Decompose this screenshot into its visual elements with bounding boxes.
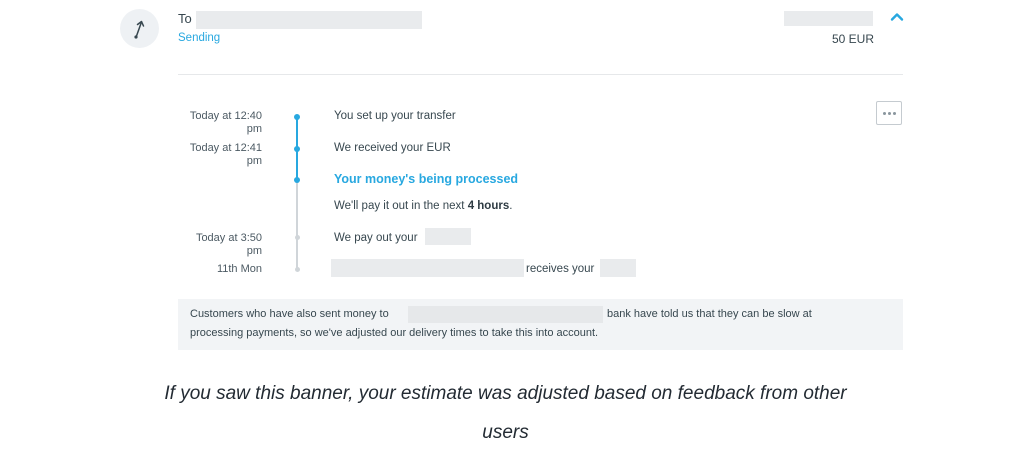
banner-line: Customers who have also sent money to (190, 308, 389, 320)
step-label-current: Your money's being processed (334, 172, 519, 186)
step-time-line: Today at 12:41 (189, 142, 262, 154)
step-label: receives your (526, 263, 595, 275)
step-time-line: Today at 3:50 (195, 232, 262, 244)
step-detail-duration: 4 hours (467, 200, 510, 212)
delivery-estimate-banner: Customers who have also sent money to ba… (178, 299, 903, 350)
arrow-up-right-icon (134, 20, 145, 39)
timeline-dot (294, 267, 300, 272)
step-detail-punct: . (509, 200, 513, 212)
step-time-line: pm (246, 123, 262, 135)
chevron-up-icon (890, 13, 904, 21)
recipient-name-redacted (196, 11, 422, 29)
currency-redacted (600, 259, 636, 277)
transfer-amount: 50 EUR (832, 32, 875, 46)
step-time-line: pm (246, 245, 262, 257)
banner-line: processing payments, so we've adjusted o… (190, 327, 599, 339)
step-label: We received your EUR (334, 142, 451, 154)
collapse-button[interactable] (890, 10, 904, 29)
step-time-line: pm (246, 155, 262, 167)
more-dots-icon (883, 112, 886, 115)
banner-text: bank have told us that they can be slow … (607, 308, 812, 320)
step-time: Today at 12:41 pm (152, 142, 262, 168)
figure-caption-line: If you saw this banner, your estimate wa… (164, 383, 847, 404)
timeline-dot (294, 146, 300, 152)
transfer-status: Sending (178, 32, 221, 44)
header-divider (178, 74, 903, 75)
banner-text: Customers who have also sent money to (190, 308, 389, 320)
timeline-dot-current (294, 177, 300, 183)
step-label: We pay out your (334, 232, 418, 244)
step-detail-text: We'll pay it out in the next (334, 200, 465, 212)
recipient-name-redacted (331, 259, 524, 277)
timeline-dot (294, 114, 300, 120)
figure-caption-line: users (482, 422, 529, 443)
step-time: Today at 3:50 pm (152, 232, 262, 258)
step-label: You set up your transfer (334, 110, 456, 122)
more-options-button[interactable] (876, 101, 902, 125)
step-time: 11th Mon (152, 263, 262, 276)
amount-redacted (784, 11, 873, 26)
step-time-line: Today at 12:40 (189, 110, 262, 122)
recipient-label: To (178, 11, 192, 26)
banner-line: bank have told us that they can be slow … (607, 308, 812, 320)
transfer-avatar (120, 9, 159, 48)
timeline-dot (294, 235, 300, 240)
timeline-rail-pending (296, 181, 298, 270)
currency-redacted (425, 228, 471, 245)
step-detail: We'll pay it out in the next 4 hours. (334, 200, 512, 212)
step-time-line: 11th Mon (216, 263, 262, 275)
transfer-details-screenshot: To Sending 50 EUR Today at 12:40 pm You … (0, 0, 1011, 360)
step-time: Today at 12:40 pm (152, 110, 262, 136)
bank-name-redacted (408, 306, 603, 323)
